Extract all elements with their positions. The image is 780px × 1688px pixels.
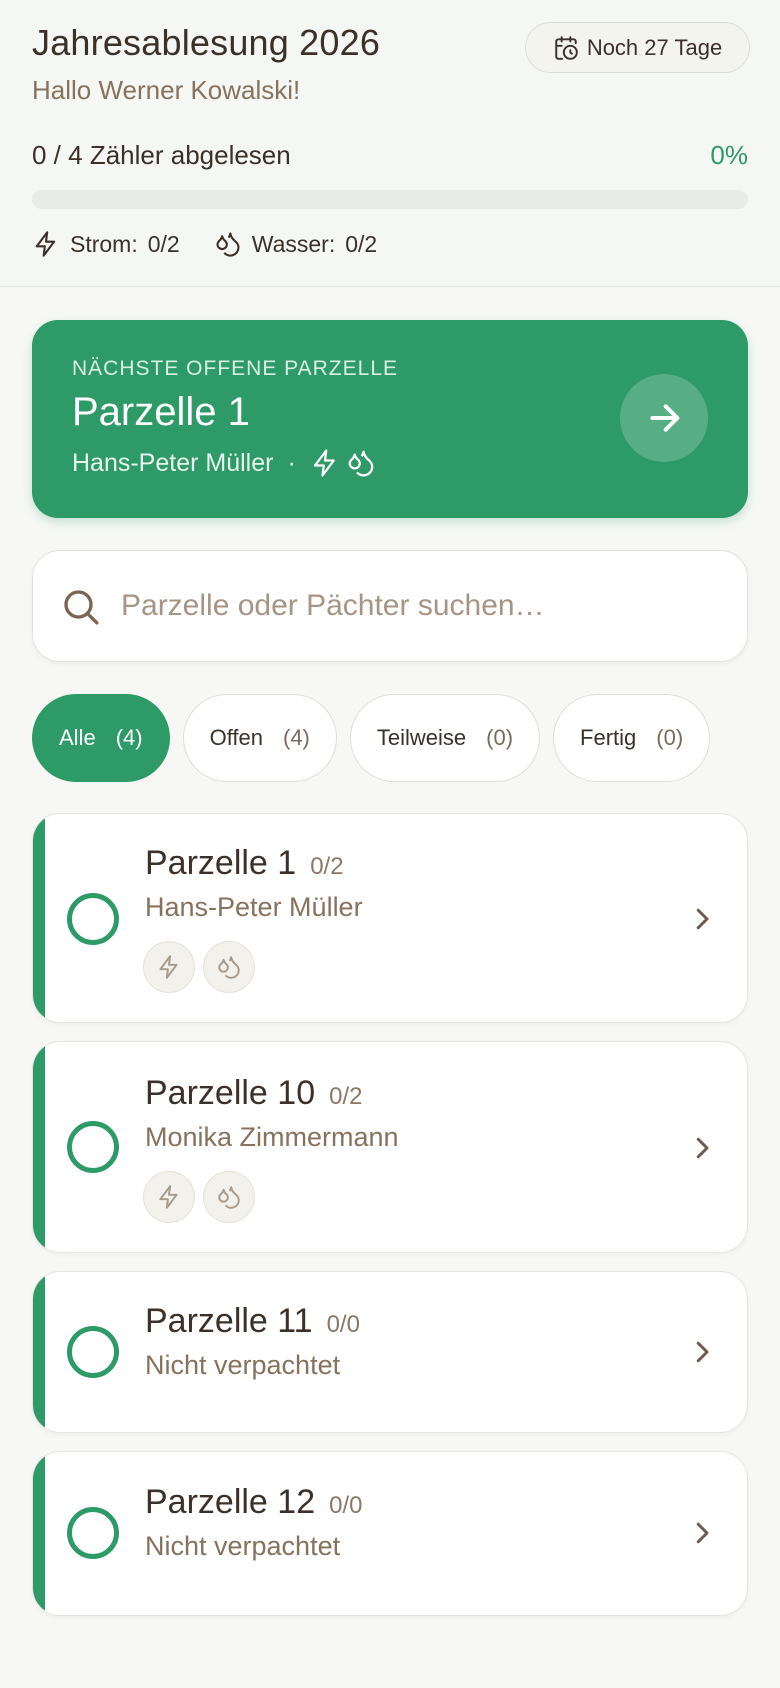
stat-wasser-value: 0/2 (345, 230, 378, 257)
chevron-right-icon (696, 1137, 709, 1159)
filter-chip-alle[interactable]: Alle (4) (32, 694, 170, 782)
next-card-tenant: Hans-Peter Müller (72, 448, 274, 477)
parcel-tenant: Hans-Peter Müller (145, 892, 363, 922)
filter-chip-label: Alle (59, 725, 96, 750)
search-input[interactable] (121, 581, 721, 631)
lightning-icon (159, 1185, 178, 1209)
stat-strom: Strom: 0/2 (32, 230, 180, 258)
next-card-label: NÄCHSTE OFFENE PARZELLE (72, 357, 399, 380)
filter-chip-fertig[interactable]: Fertig (0) (553, 694, 711, 782)
filter-chip-count: (0) (656, 725, 684, 750)
chevron-right-icon (696, 1522, 709, 1544)
status-circle-icon (67, 1507, 119, 1559)
filter-chip-count: (0) (486, 725, 514, 750)
lightning-icon (159, 955, 178, 979)
parcel-meters (143, 1171, 255, 1223)
next-card-subtitle: Hans-Peter Müller · (72, 448, 376, 478)
parcel-meters (143, 941, 255, 993)
parcel-tenant: Nicht verpachtet (145, 1350, 341, 1380)
parcel-name: Parzelle 11 0/0 (145, 1302, 360, 1340)
deadline-text: Noch 27 Tage (586, 34, 723, 60)
status-stripe (33, 814, 45, 1022)
parcel-row-10[interactable]: Parzelle 10 0/2 Monika Zimmermann (32, 1041, 748, 1253)
droplets-icon (218, 956, 240, 979)
status-circle-icon (67, 1121, 119, 1173)
next-open-parcel-card[interactable]: NÄCHSTE OFFENE PARZELLE Parzelle 1 Hans-… (32, 320, 748, 518)
progress-percent: 0% (710, 140, 748, 170)
parcel-list: Parzelle 1 0/2 Hans-Peter Müller Parzelle… (32, 813, 748, 1634)
status-stripe (33, 1272, 45, 1432)
parcel-row-1[interactable]: Parzelle 1 0/2 Hans-Peter Müller (32, 813, 748, 1023)
search-box[interactable] (32, 550, 748, 662)
stat-wasser-label: Wasser: (251, 230, 336, 257)
parcel-name: Parzelle 12 0/0 (145, 1483, 363, 1521)
stat-strom-value: 0/2 (147, 230, 180, 257)
meter-strom-badge (143, 941, 195, 993)
deadline-badge: Noch 27 Tage (525, 22, 750, 73)
status-stripe (33, 1452, 45, 1615)
lightning-icon (35, 231, 56, 257)
status-circle-icon (67, 893, 119, 945)
calendar-clock-icon (555, 35, 578, 60)
next-card-arrow-button[interactable] (620, 374, 708, 462)
filter-chip-label: Teilweise (376, 725, 467, 750)
filter-chips: Alle (4) Offen (4) Teilweise (0) Fertig … (32, 694, 711, 782)
filter-chip-count: (4) (283, 725, 310, 750)
lightning-icon (313, 449, 335, 477)
droplets-icon (218, 1186, 240, 1209)
parcel-row-12[interactable]: Parzelle 12 0/0 Nicht verpachtet (32, 1451, 748, 1616)
chevron-right-icon (696, 1341, 709, 1363)
parcel-name: Parzelle 1 0/2 (145, 844, 344, 882)
parcel-tenant: Nicht verpachtet (145, 1531, 341, 1561)
status-stripe (33, 1042, 45, 1252)
meter-wasser-badge (203, 1171, 255, 1223)
parcel-ratio: 0/2 (329, 1083, 363, 1110)
progress-bar (32, 190, 748, 209)
arrow-right-icon (650, 404, 680, 432)
droplets-icon (216, 232, 240, 257)
filter-chip-label: Fertig (580, 725, 637, 750)
droplets-icon (348, 450, 374, 477)
parcel-ratio: 0/0 (329, 1492, 363, 1519)
filter-chip-label: Offen (209, 725, 263, 750)
chevron-right-icon (696, 908, 709, 930)
parcel-row-11[interactable]: Parzelle 11 0/0 Nicht verpachtet (32, 1271, 748, 1433)
stat-wasser: Wasser: 0/2 (214, 230, 377, 258)
status-circle-icon (67, 1326, 119, 1378)
meter-stats: Strom: 0/2 Wasser: 0/2 (32, 230, 411, 258)
header: Jahresablesung 2026 Hallo Werner Kowalsk… (0, 0, 780, 287)
parcel-ratio: 0/0 (326, 1311, 360, 1338)
next-card-separator: · (287, 448, 296, 477)
meter-wasser-badge (203, 941, 255, 993)
parcel-tenant: Monika Zimmermann (145, 1122, 399, 1152)
meter-strom-badge (143, 1171, 195, 1223)
filter-chip-count: (4) (115, 725, 143, 750)
search-icon (64, 590, 99, 625)
filter-chip-teilweise[interactable]: Teilweise (0) (349, 694, 541, 782)
greeting: Hallo Werner Kowalski! (32, 75, 301, 105)
parcel-ratio: 0/2 (310, 853, 344, 880)
next-card-title: Parzelle 1 (72, 390, 250, 434)
filter-chip-offen[interactable]: Offen (4) (182, 694, 337, 782)
page-title: Jahresablesung 2026 (32, 22, 381, 63)
parcel-name: Parzelle 10 0/2 (145, 1074, 363, 1112)
progress-text: 0 / 4 Zähler abgelesen (32, 140, 291, 170)
stat-strom-label: Strom: (70, 230, 138, 257)
